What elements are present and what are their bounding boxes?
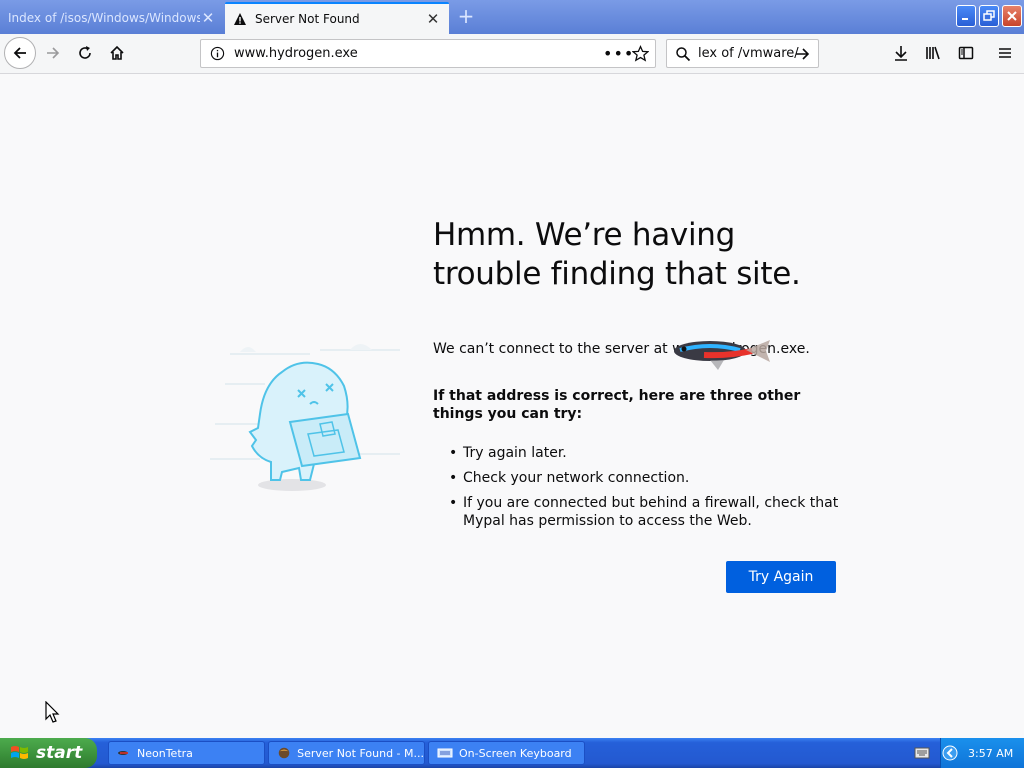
- keyboard-tray-icon[interactable]: [914, 747, 930, 759]
- mouse-cursor-icon: [45, 701, 60, 723]
- downloads-button[interactable]: [886, 38, 916, 68]
- go-arrow-icon[interactable]: [795, 46, 811, 62]
- taskbar-item-label: NeonTetra: [137, 746, 193, 760]
- home-icon: [110, 45, 124, 60]
- try-again-button[interactable]: Try Again: [726, 561, 836, 593]
- chevron-left-icon[interactable]: [942, 745, 958, 761]
- taskbar: start NeonTetra Server Not Found - M... …: [0, 738, 1024, 768]
- new-tab-button[interactable]: +: [455, 6, 477, 28]
- clock[interactable]: 3:57 AM: [968, 747, 1013, 760]
- fish-icon: [118, 751, 128, 755]
- home-button[interactable]: [102, 38, 132, 68]
- library-icon: [926, 46, 940, 60]
- error-illustration-icon: [210, 344, 400, 491]
- hamburger-menu-icon: [999, 48, 1011, 58]
- info-icon[interactable]: [210, 46, 225, 61]
- tab-bar: Index of /isos/Windows/Windows_Vist ✕ Se…: [0, 0, 1024, 34]
- mypal-browser-icon: [278, 747, 290, 759]
- page-actions-icon[interactable]: •••: [603, 44, 634, 63]
- back-button[interactable]: [4, 37, 36, 69]
- minimize-icon: [962, 18, 968, 20]
- search-bar[interactable]: lex of /vmware/: [666, 39, 819, 68]
- list-item: Check your network connection.: [433, 469, 843, 487]
- taskbar-item-browser[interactable]: Server Not Found - M...: [268, 741, 425, 765]
- tab-server-not-found[interactable]: Server Not Found ✕: [225, 2, 449, 34]
- arrow-left-icon: [13, 47, 26, 59]
- error-subtitle: If that address is correct, here are thr…: [433, 388, 801, 422]
- sidebar-button[interactable]: [951, 38, 981, 68]
- error-title: Hmm. We’re having trouble finding that s…: [433, 217, 801, 292]
- search-icon: [676, 47, 691, 62]
- download-icon: [895, 46, 907, 61]
- close-tab-icon[interactable]: ✕: [200, 10, 216, 26]
- tips-list: Try again later. Check your network conn…: [433, 444, 843, 530]
- tab-index-of-isos[interactable]: Index of /isos/Windows/Windows_Vist ✕: [0, 2, 224, 34]
- windows-flag-icon: [11, 746, 28, 759]
- tab-title: Server Not Found: [255, 12, 360, 26]
- system-tray: 3:57 AM: [940, 738, 1024, 768]
- minimize-button[interactable]: [956, 5, 976, 27]
- taskbar-item-label: Server Not Found - M...: [297, 746, 424, 760]
- keyboard-icon: [437, 748, 453, 758]
- library-button[interactable]: [919, 38, 949, 68]
- restore-button[interactable]: [979, 5, 999, 27]
- list-item: Try again later.: [433, 444, 843, 462]
- close-icon: [1007, 11, 1017, 21]
- menu-button[interactable]: [990, 38, 1020, 68]
- reload-button[interactable]: [70, 38, 100, 68]
- taskbar-item-neontetra[interactable]: NeonTetra: [108, 741, 265, 765]
- start-button[interactable]: start: [0, 738, 97, 768]
- start-label: start: [36, 743, 83, 763]
- close-window-button[interactable]: [1002, 5, 1022, 27]
- page-content: Hmm. We’re having trouble finding that s…: [0, 74, 1024, 738]
- sidebar-icon: [958, 46, 974, 60]
- restore-icon: [983, 10, 995, 21]
- search-input: lex of /vmware/: [698, 46, 799, 61]
- list-item: If you are connected but behind a firewa…: [433, 494, 843, 530]
- warning-icon: [234, 13, 246, 25]
- error-description: We can’t connect to the server at www.hy…: [433, 341, 810, 357]
- address-bar[interactable]: www.hydrogen.exe •••: [200, 39, 656, 68]
- reload-icon: [79, 46, 91, 59]
- bookmark-star-icon[interactable]: [632, 45, 649, 62]
- error-container: Hmm. We’re having trouble finding that s…: [433, 216, 843, 537]
- forward-button[interactable]: [38, 38, 68, 68]
- navigation-bar: www.hydrogen.exe ••• lex of /vmware/: [0, 34, 1024, 74]
- address-text: www.hydrogen.exe: [234, 46, 358, 61]
- tab-title: Index of /isos/Windows/Windows_Vist: [8, 11, 200, 25]
- taskbar-item-label: On-Screen Keyboard: [459, 746, 572, 760]
- close-tab-icon[interactable]: ✕: [425, 11, 441, 27]
- arrow-right-icon: [47, 47, 60, 59]
- neon-tetra-fish-icon: [674, 340, 770, 370]
- taskbar-item-keyboard[interactable]: On-Screen Keyboard: [428, 741, 585, 765]
